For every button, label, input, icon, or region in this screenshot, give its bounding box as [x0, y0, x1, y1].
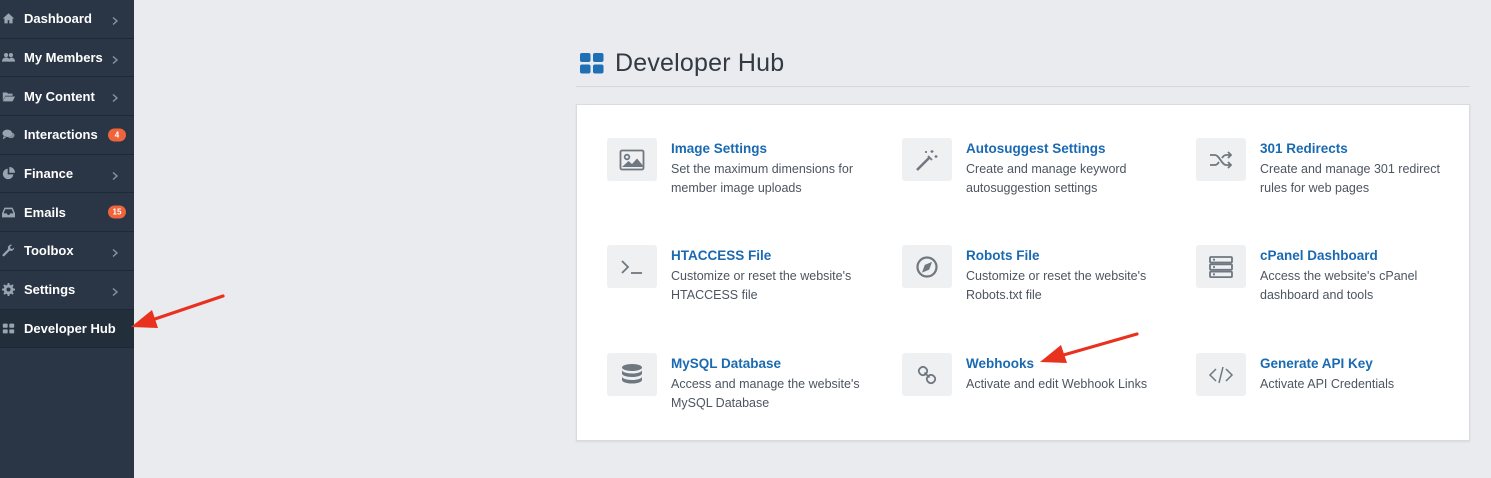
- chevron-right-icon: [110, 169, 120, 180]
- tool-description: Customize or reset the website's HTACCES…: [671, 269, 852, 302]
- sidebar-item-toolbox[interactable]: Toolbox: [0, 232, 134, 271]
- tool-webhooks[interactable]: Webhooks Activate and edit Webhook Links: [902, 353, 1156, 396]
- comments-icon: [0, 128, 24, 141]
- gear-icon: [0, 283, 24, 297]
- grid-icon: [580, 52, 604, 74]
- sidebar-item-developer-hub[interactable]: Developer Hub: [0, 309, 134, 349]
- server-icon: [1196, 245, 1246, 288]
- tool-title[interactable]: Webhooks: [966, 356, 1156, 372]
- tool-cpanel-dashboard[interactable]: cPanel Dashboard Access the website's cP…: [1196, 245, 1450, 305]
- tool-description: Create and manage 301 redirect rules for…: [1260, 162, 1440, 195]
- notification-badge: 15: [108, 205, 126, 219]
- tool-htaccess-file[interactable]: HTACCESS File Customize or reset the web…: [607, 245, 861, 305]
- page-header: Developer Hub: [576, 40, 1470, 87]
- page-title: Developer Hub: [615, 48, 785, 77]
- shuffle-icon: [1196, 138, 1246, 181]
- image-icon: [607, 138, 657, 181]
- tool-autosuggest-settings[interactable]: Autosuggest Settings Create and manage k…: [902, 138, 1156, 198]
- tool-mysql-database[interactable]: MySQL Database Access and manage the web…: [607, 353, 861, 413]
- tool-title[interactable]: MySQL Database: [671, 356, 861, 372]
- code-icon: [1196, 353, 1246, 396]
- tool-description: Access the website's cPanel dashboard an…: [1260, 269, 1418, 302]
- sidebar-item-dashboard[interactable]: Dashboard: [0, 0, 134, 39]
- inbox-icon: [0, 206, 24, 219]
- chevron-right-icon: [110, 246, 120, 257]
- tool-generate-api-key[interactable]: Generate API Key Activate API Credential…: [1196, 353, 1450, 396]
- wrench-icon: [0, 244, 24, 257]
- compass-icon: [902, 245, 952, 288]
- chevron-right-icon: [110, 53, 120, 64]
- tool-description: Access and manage the website's MySQL Da…: [671, 377, 860, 410]
- tool-description: Activate API Credentials: [1260, 377, 1395, 391]
- sidebar-item-my-members[interactable]: My Members: [0, 39, 134, 78]
- tool-description: Activate and edit Webhook Links: [966, 377, 1148, 391]
- tool-title[interactable]: Robots File: [966, 248, 1156, 264]
- sidebar-item-label: Developer Hub: [24, 320, 116, 336]
- database-icon: [607, 353, 657, 396]
- terminal-icon: [607, 245, 657, 288]
- sidebar: Dashboard My Members My Content Interact…: [0, 0, 134, 478]
- tool-robots-file[interactable]: Robots File Customize or reset the websi…: [902, 245, 1156, 305]
- tool-title[interactable]: Image Settings: [671, 141, 861, 157]
- tool-title[interactable]: HTACCESS File: [671, 248, 861, 264]
- users-icon: [0, 51, 24, 64]
- tool-title[interactable]: cPanel Dashboard: [1260, 248, 1450, 264]
- pie-chart-icon: [0, 167, 24, 180]
- annotation-arrow-sidebar: [131, 294, 225, 328]
- folder-open-icon: [0, 90, 24, 103]
- sidebar-item-interactions[interactable]: Interactions 4: [0, 116, 134, 155]
- magic-wand-icon: [902, 138, 952, 181]
- chevron-right-icon: [110, 285, 120, 296]
- home-icon: [0, 12, 24, 25]
- tool-description: Create and manage keyword autosuggestion…: [966, 162, 1127, 195]
- tools-card: Image Settings Set the maximum dimension…: [576, 104, 1470, 441]
- sidebar-item-my-content[interactable]: My Content: [0, 77, 134, 117]
- sidebar-item-settings[interactable]: Settings: [0, 271, 134, 310]
- sidebar-item-finance[interactable]: Finance: [0, 155, 134, 194]
- link-icon: [902, 353, 952, 396]
- tool-title[interactable]: 301 Redirects: [1260, 141, 1450, 157]
- tool-301-redirects[interactable]: 301 Redirects Create and manage 301 redi…: [1196, 138, 1450, 198]
- tool-description: Customize or reset the website's Robots.…: [966, 269, 1147, 302]
- tool-image-settings[interactable]: Image Settings Set the maximum dimension…: [607, 138, 861, 198]
- notification-badge: 4: [108, 128, 126, 142]
- sidebar-item-emails[interactable]: Emails 15: [0, 193, 134, 233]
- tool-description: Set the maximum dimensions for member im…: [671, 162, 854, 195]
- grid-icon: [0, 322, 24, 335]
- tool-title[interactable]: Autosuggest Settings: [966, 141, 1156, 157]
- chevron-right-icon: [110, 91, 120, 103]
- tool-title[interactable]: Generate API Key: [1260, 356, 1450, 372]
- chevron-right-icon: [110, 14, 120, 25]
